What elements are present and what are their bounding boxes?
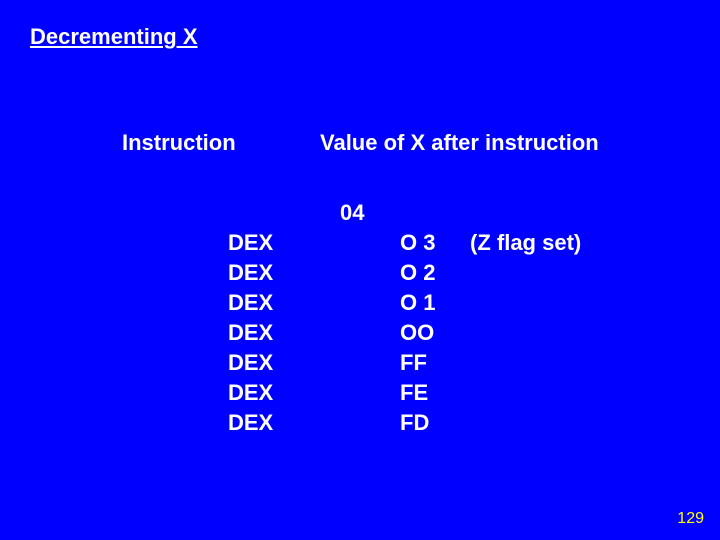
table-row: DEX: [228, 228, 273, 258]
table-row: O 1: [400, 288, 435, 318]
table-row: O 3: [400, 228, 435, 258]
column-header-value: Value of X after instruction: [320, 130, 599, 156]
table-row: (Z flag set): [470, 228, 581, 258]
instruction-column: DEX DEX DEX DEX DEX DEX DEX: [228, 228, 273, 438]
table-row: DEX: [228, 408, 273, 438]
column-header-instruction: Instruction: [122, 130, 236, 156]
page-number: 129: [677, 510, 704, 528]
table-row: DEX: [228, 348, 273, 378]
note-column: (Z flag set): [470, 228, 581, 258]
table-row: O 2: [400, 258, 435, 288]
table-row: FF: [400, 348, 435, 378]
table-row: DEX: [228, 288, 273, 318]
table-row: FD: [400, 408, 435, 438]
initial-value: 04: [340, 200, 364, 226]
table-row: DEX: [228, 318, 273, 348]
table-row: DEX: [228, 378, 273, 408]
table-row: DEX: [228, 258, 273, 288]
table-row: OO: [400, 318, 435, 348]
slide-title: Decrementing X: [30, 24, 198, 50]
table-row: FE: [400, 378, 435, 408]
value-column: O 3 O 2 O 1 OO FF FE FD: [400, 228, 435, 438]
